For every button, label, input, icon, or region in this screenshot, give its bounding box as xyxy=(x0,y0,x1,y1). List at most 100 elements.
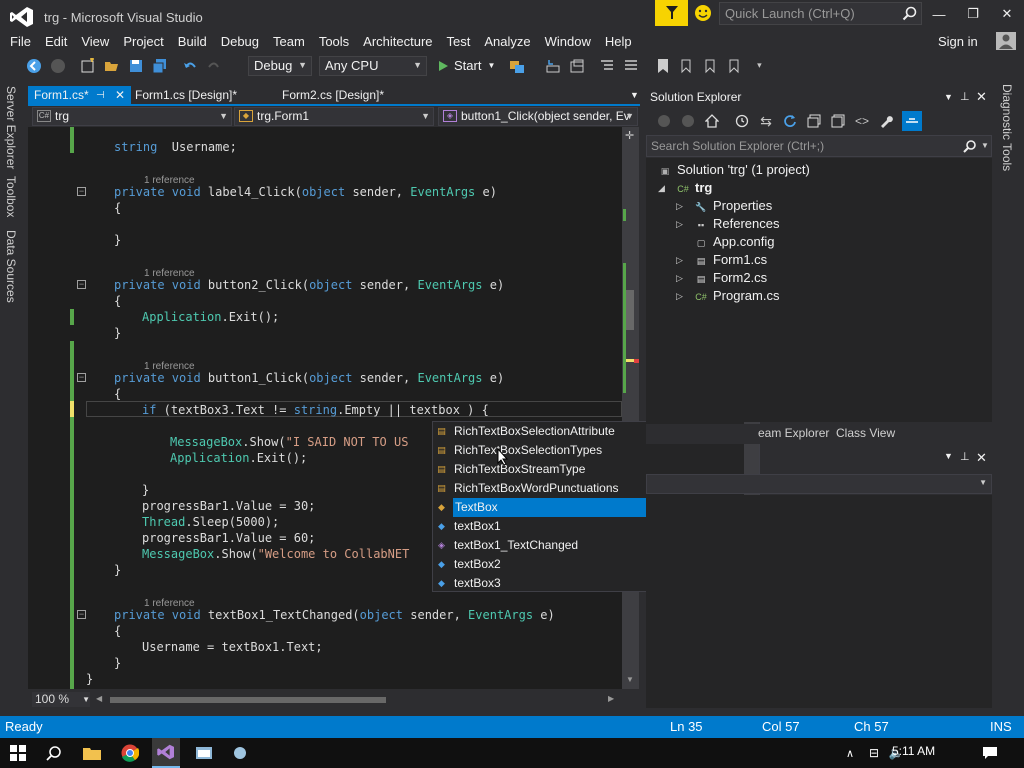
expand-arrow-icon[interactable]: ▷ xyxy=(676,215,683,233)
show-hidden-icons-icon[interactable]: ∧ xyxy=(840,744,860,762)
toolbar-overflow-icon[interactable]: ▾ xyxy=(751,58,767,74)
menu-team[interactable]: Team xyxy=(266,33,312,51)
quick-launch-input[interactable]: Quick Launch (Ctrl+Q) xyxy=(719,2,922,25)
menu-architecture[interactable]: Architecture xyxy=(356,33,439,51)
tab-list-dropdown-icon[interactable]: ▼ xyxy=(624,86,640,105)
sync-icon[interactable]: ⇆ xyxy=(758,113,774,129)
maximize-button[interactable]: ❐ xyxy=(956,0,990,28)
action-center-icon[interactable] xyxy=(980,744,1000,762)
notifications-flag-button[interactable] xyxy=(655,0,688,26)
diagnostic-tools-tab[interactable]: Diagnostic Tools xyxy=(1000,84,1014,171)
menu-edit[interactable]: Edit xyxy=(38,33,74,51)
scroll-down-icon[interactable]: ▼ xyxy=(626,675,634,684)
menu-view[interactable]: View xyxy=(74,33,116,51)
forward-icon[interactable] xyxy=(680,113,696,129)
panel-menu-icon[interactable]: ▼ xyxy=(944,451,953,461)
collapse-icon[interactable]: − xyxy=(77,280,86,289)
properties-object-select[interactable]: ▼ xyxy=(646,474,992,494)
solution-platform-select[interactable]: Any CPU ▼ xyxy=(319,55,427,76)
preview-selected-items-icon[interactable] xyxy=(902,111,922,131)
zoom-level-select[interactable]: 100 % ▼ xyxy=(32,692,90,707)
member-dropdown[interactable]: ◈ button1_Click(object sender, Ev ▼ xyxy=(438,107,638,126)
code-editor[interactable]: − − − − string Username; 1 reference priva… xyxy=(28,127,622,689)
new-project-icon[interactable] xyxy=(80,57,96,74)
window-layout-icon[interactable] xyxy=(569,58,585,74)
menu-file[interactable]: File xyxy=(3,33,38,51)
menu-project[interactable]: Project xyxy=(116,33,170,51)
menu-window[interactable]: Window xyxy=(538,33,598,51)
tab-form1-design[interactable]: Form1.cs [Design]* xyxy=(129,86,269,105)
sign-in-link[interactable]: Sign in xyxy=(938,34,978,49)
menu-debug[interactable]: Debug xyxy=(214,33,266,51)
windows-start-icon[interactable] xyxy=(8,744,28,762)
scroll-right-icon[interactable]: ▶ xyxy=(608,694,614,703)
scroll-left-icon[interactable]: ◀ xyxy=(96,694,102,703)
minimize-button[interactable]: — xyxy=(922,0,956,28)
bookmark-next-icon[interactable] xyxy=(703,58,719,74)
menu-build[interactable]: Build xyxy=(171,33,214,51)
step-into-icon[interactable] xyxy=(545,58,561,74)
feedback-smiley-icon[interactable] xyxy=(694,4,712,22)
collapse-icon[interactable]: − xyxy=(77,610,86,619)
collapse-icon[interactable]: − xyxy=(77,187,86,196)
tree-item[interactable]: ◢ C# trg xyxy=(658,179,712,197)
menu-test[interactable]: Test xyxy=(440,33,478,51)
taskbar-clock[interactable]: 5:11 AM xyxy=(892,744,935,758)
tree-item[interactable]: ▢ App.config xyxy=(694,233,775,251)
menu-help[interactable]: Help xyxy=(598,33,639,51)
tree-item[interactable]: ▷ ▤ Form1.cs xyxy=(676,251,767,269)
collapse-arrow-icon[interactable]: ◢ xyxy=(658,179,665,197)
server-explorer-tab[interactable]: Server Explorer xyxy=(4,86,18,169)
tree-item[interactable]: ▷ ▪▪ References xyxy=(676,215,779,233)
tree-item[interactable]: ▷ ▤ Form2.cs xyxy=(676,269,767,287)
solution-configuration-select[interactable]: Debug ▼ xyxy=(248,55,312,76)
toolbox-tab[interactable]: Toolbox xyxy=(4,176,18,217)
back-icon[interactable] xyxy=(656,113,672,129)
tab-team-explorer[interactable]: eam Explorer xyxy=(758,424,829,442)
browser-link-icon[interactable] xyxy=(509,58,525,74)
bookmark-prev-icon[interactable] xyxy=(679,58,695,74)
editor-vertical-scrollbar[interactable]: ✛ ▼ xyxy=(622,127,639,689)
start-debugging-button[interactable]: Start ▼ xyxy=(437,58,495,73)
view-code-icon[interactable]: <> xyxy=(854,113,870,129)
tree-item[interactable]: ▣ Solution 'trg' (1 project) xyxy=(658,161,810,179)
editor-horizontal-scroll-thumb[interactable] xyxy=(110,697,386,703)
menu-analyze[interactable]: Analyze xyxy=(477,33,537,51)
close-panel-icon[interactable]: ✕ xyxy=(976,88,987,106)
project-dropdown[interactable]: C# trg ▼ xyxy=(32,107,232,126)
navigate-back-icon[interactable] xyxy=(26,58,42,74)
comment-lines-icon[interactable] xyxy=(599,58,615,74)
editor-scroll-thumb[interactable] xyxy=(626,290,634,330)
save-all-icon[interactable] xyxy=(152,58,168,74)
class-dropdown[interactable]: ◆ trg.Form1 ▼ xyxy=(234,107,434,126)
pin-icon[interactable]: ⊣ xyxy=(96,86,105,105)
save-icon[interactable] xyxy=(128,58,144,74)
expand-arrow-icon[interactable]: ▷ xyxy=(676,251,683,269)
refresh-icon[interactable] xyxy=(782,113,798,129)
data-sources-tab[interactable]: Data Sources xyxy=(4,230,18,303)
chrome-icon[interactable] xyxy=(120,744,140,762)
collapse-all-icon[interactable] xyxy=(806,113,822,129)
panel-menu-icon[interactable]: ▼ xyxy=(944,88,953,106)
visual-studio-taskbar-icon[interactable] xyxy=(152,738,180,768)
tree-item[interactable]: ▷ C# Program.cs xyxy=(676,287,779,305)
close-panel-icon[interactable]: ✕ xyxy=(976,450,987,466)
tree-item[interactable]: ▷ 🔧 Properties xyxy=(676,197,772,215)
navigate-forward-icon[interactable] xyxy=(50,58,66,74)
uncomment-lines-icon[interactable] xyxy=(623,58,639,74)
expand-arrow-icon[interactable]: ▷ xyxy=(676,197,683,215)
pending-changes-filter-icon[interactable] xyxy=(734,113,750,129)
bookmark-icon[interactable] xyxy=(655,58,671,74)
file-explorer-icon[interactable] xyxy=(82,744,102,762)
expand-arrow-icon[interactable]: ▷ xyxy=(676,269,683,287)
tab-form2-design[interactable]: Form2.cs [Design]* xyxy=(276,86,416,105)
network-icon[interactable]: ⊟ xyxy=(864,744,884,762)
expand-arrow-icon[interactable]: ▷ xyxy=(676,287,683,305)
app-window-icon[interactable] xyxy=(194,744,214,762)
collapse-icon[interactable]: − xyxy=(77,373,86,382)
user-account-icon[interactable] xyxy=(996,32,1016,50)
pin-icon[interactable]: ⊥ xyxy=(960,450,970,463)
open-file-icon[interactable] xyxy=(104,58,120,74)
solution-explorer-search-input[interactable]: Search Solution Explorer (Ctrl+;) ▼ xyxy=(646,135,992,157)
home-icon[interactable] xyxy=(704,113,720,129)
